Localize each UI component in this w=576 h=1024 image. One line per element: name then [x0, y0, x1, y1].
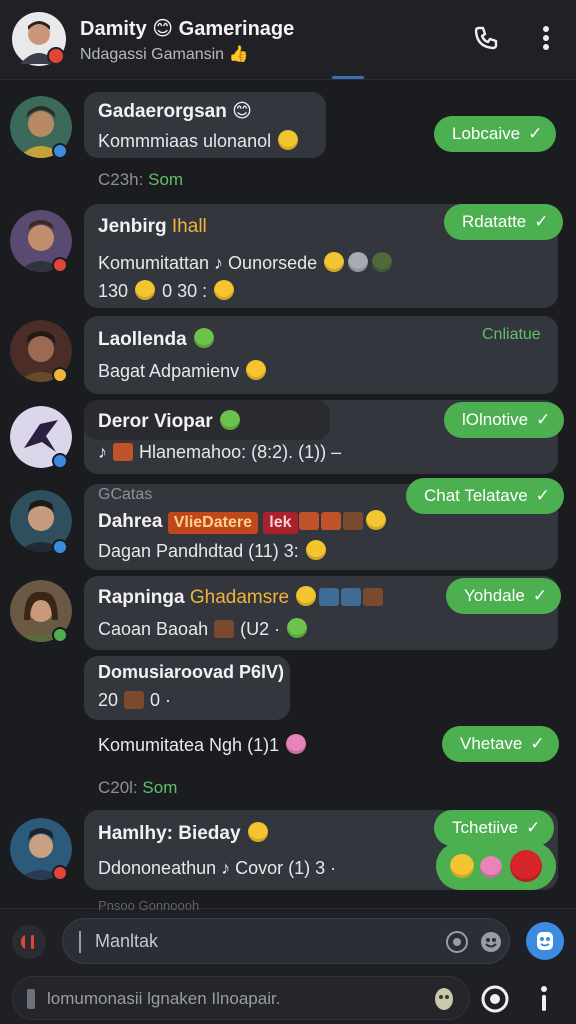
status-pill[interactable]: lOlnotive ✓ — [444, 402, 565, 438]
record-icon[interactable] — [12, 925, 46, 959]
message-text: Ddononeathun ♪ Covor (1) 3 · — [98, 858, 337, 878]
sticker-icon — [342, 512, 363, 530]
emoji-icon — [348, 252, 369, 272]
timestamp: C20l: Som — [98, 778, 178, 797]
check-icon: ✓ — [534, 212, 549, 231]
emoji-icon — [214, 280, 235, 300]
status-badge — [52, 143, 68, 159]
check-icon: ✓ — [536, 410, 551, 429]
reaction-bubble[interactable] — [436, 842, 556, 890]
chat-header: Damity 😊 Gamerinage Ndagassi Gamansin 👍 — [0, 0, 576, 80]
emoji-picker-icon[interactable] — [479, 930, 503, 954]
status-pill[interactable]: Rdatatte ✓ — [444, 204, 563, 240]
emoji-icon — [135, 280, 156, 300]
status-badge — [52, 257, 68, 273]
status-pill[interactable]: Chat Telatave ✓ — [406, 478, 564, 514]
status-badge — [52, 453, 68, 469]
emoji-icon — [324, 252, 345, 272]
sender-name: Rapninga Ghadamsre — [98, 586, 384, 609]
send-button[interactable] — [526, 922, 564, 960]
sticker-icon — [113, 443, 134, 461]
secondary-input[interactable]: lomumonasii lgnaken Ilnoapair. — [12, 976, 470, 1020]
phone-icon[interactable] — [472, 24, 500, 52]
message-text: Komumitattan ♪ Ounorsede — [98, 252, 394, 274]
sticker-icon — [363, 588, 384, 606]
emoji-icon — [220, 410, 241, 430]
timestamp: C23h: Som — [98, 170, 184, 189]
emoji-icon — [450, 854, 474, 878]
chat-subtitle: Ndagassi Gamansin 👍 — [80, 46, 249, 63]
sticker-icon — [124, 691, 145, 709]
sender-name: Jenbirg Ihall — [98, 216, 207, 237]
forward-label: GCatas — [98, 486, 153, 503]
emoji-icon — [480, 856, 502, 878]
sender-name: Deror Viopar — [98, 410, 242, 433]
emoji-icon — [372, 252, 393, 272]
message-input[interactable]: Manltak — [62, 918, 510, 964]
sender-name: Laollenda — [98, 328, 216, 351]
mascot-icon[interactable] — [431, 985, 457, 1011]
sticker-icon — [319, 588, 340, 606]
status-pill[interactable]: Tchetiive ✓ — [434, 810, 555, 846]
message-text: ♪ Hlanemahoo: (8:2). (1)) – — [98, 442, 342, 462]
status-label: Cnliatue — [482, 326, 541, 343]
message-text: 130 0 30 : — [98, 280, 236, 302]
status-pill[interactable]: Vhetave ✓ — [442, 726, 559, 762]
emoji-icon — [193, 328, 214, 348]
status-badge — [52, 539, 68, 555]
emoji-icon — [246, 360, 267, 380]
message-input-text: Manltak — [95, 931, 159, 951]
check-icon: ✓ — [535, 486, 550, 505]
sender-name: Hamlhy: Bieday — [98, 822, 270, 845]
sender-name: Dahrea VlieDatere lek — [98, 510, 388, 534]
check-icon: ✓ — [530, 734, 545, 753]
message-text: 20 0 · — [98, 690, 172, 710]
status-badge — [52, 627, 68, 643]
partial-message: Pnsoo Gonnoooh — [98, 898, 200, 913]
sticker-icon — [298, 512, 319, 530]
message-text: Komumitatea Ngh (1)1 — [98, 734, 308, 756]
more-options-icon[interactable] — [534, 24, 558, 52]
more-vertical-icon[interactable] — [534, 984, 554, 1014]
check-icon: ✓ — [532, 586, 548, 605]
message-text: Dagan Pandhdtad (11) 3: — [98, 540, 328, 562]
emoji-icon — [296, 586, 317, 606]
message-text: Bagat Adpamienv — [98, 360, 268, 382]
chat-title: Damity 😊 Gamerinage — [80, 18, 295, 40]
sticker-picker-icon[interactable] — [445, 930, 469, 954]
check-icon: ✓ — [528, 124, 543, 143]
group-avatar[interactable] — [12, 12, 66, 66]
emoji-icon — [365, 510, 386, 530]
sender-name: Gadaerorgsan 😊 — [98, 101, 252, 122]
secondary-input-text: lomumonasii lgnaken Ilnoapair. — [47, 989, 281, 1008]
emoji-icon — [247, 822, 268, 842]
status-pill[interactable]: Lobcaive ✓ — [434, 116, 557, 152]
sticker-icon — [341, 588, 362, 606]
check-icon: ✓ — [526, 818, 541, 837]
sender-name: Domusiaroovad P6lV) — [98, 662, 285, 682]
sticker-icon — [214, 620, 235, 638]
message-text: Caoan Baoah (U2 · — [98, 618, 309, 640]
text-cursor — [79, 931, 81, 953]
emoji-icon — [510, 850, 542, 882]
status-pill[interactable]: Yohdale ✓ — [446, 578, 562, 614]
attach-icon — [27, 989, 35, 1009]
message-text: Kommmiaas ulonanol — [98, 130, 300, 152]
emoji-icon — [286, 734, 307, 754]
status-badge — [52, 865, 68, 881]
status-badge — [52, 367, 68, 383]
tab-indicator — [332, 76, 364, 79]
emoji-icon — [287, 618, 308, 638]
sticker-icon — [320, 512, 341, 530]
emoji-icon — [278, 130, 299, 150]
camera-icon[interactable] — [480, 984, 510, 1014]
emoji-icon — [305, 540, 326, 560]
